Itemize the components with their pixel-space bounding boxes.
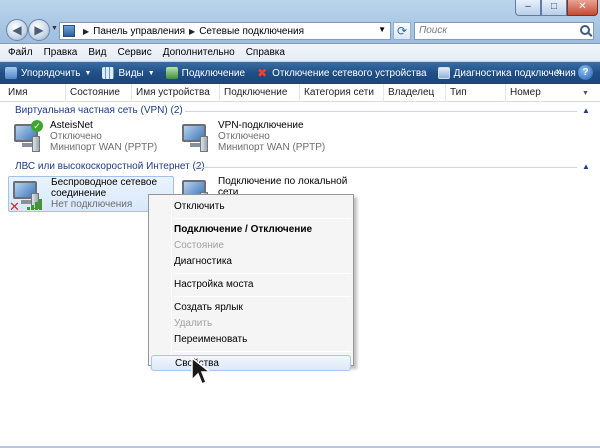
check-icon: ✓: [31, 120, 43, 132]
menu-item-status: Состояние: [174, 240, 224, 251]
close-button[interactable]: ✕: [567, 0, 598, 16]
chevron-right-icon[interactable]: ▶: [83, 27, 89, 36]
vpn-connection-icon: ✓: [10, 120, 44, 154]
menu-item-properties[interactable]: Свойства: [151, 355, 351, 371]
help-icon[interactable]: ?: [578, 65, 593, 80]
disconnect-icon: ✖: [257, 66, 268, 80]
column-status[interactable]: Состояние: [66, 84, 132, 102]
collapse-icon[interactable]: ▲: [582, 162, 590, 171]
column-header: Имя Состояние Имя устройства Подключение…: [0, 84, 600, 116]
diagnose-icon: [437, 67, 450, 79]
maximize-button[interactable]: □: [541, 0, 567, 16]
menu-item-delete: Удалить: [174, 318, 213, 329]
connection-asteisnet[interactable]: ✓ AsteisNet Отключено Минипорт WAN (PPTP…: [10, 120, 170, 158]
connection-name-line1: Подключение по локальной: [218, 176, 348, 187]
column-type[interactable]: Тип: [446, 84, 506, 102]
menu-edit[interactable]: Правка: [44, 47, 78, 58]
wireless-connection-icon: ✕: [9, 177, 43, 214]
column-name[interactable]: Имя: [4, 84, 66, 102]
search-placeholder: Поиск: [419, 25, 448, 36]
toolbar-overflow-button[interactable]: »: [556, 66, 562, 78]
connection-status: Отключено: [218, 131, 270, 142]
arrow-right-icon: ▶: [34, 23, 44, 37]
column-owner[interactable]: Владелец: [384, 84, 446, 102]
signal-strength-icon: [27, 199, 43, 210]
error-x-icon: ✕: [9, 199, 20, 214]
menu-help[interactable]: Справка: [246, 47, 285, 58]
command-bar: Упорядочить ▼ Виды ▼ Подключение ✖ Отклю…: [0, 62, 600, 84]
connection-name: VPN-подключение: [218, 120, 304, 131]
chevron-right-icon[interactable]: ▶: [189, 27, 195, 36]
connection-name: AsteisNet: [50, 120, 93, 131]
menu-tools[interactable]: Сервис: [117, 47, 151, 58]
views-button[interactable]: Виды ▼: [102, 67, 155, 79]
menu-item-bridge[interactable]: Настройка моста: [149, 277, 353, 293]
connect-button[interactable]: Подключение: [165, 67, 246, 79]
menu-file[interactable]: Файл: [8, 47, 33, 58]
breadcrumb-control-panel[interactable]: Панель управления: [93, 26, 185, 37]
address-dropdown-icon[interactable]: ▼: [378, 25, 386, 34]
views-label: Виды: [118, 67, 144, 79]
views-icon: [102, 67, 115, 79]
connection-status: Отключено: [50, 131, 102, 142]
control-panel-icon: [63, 25, 75, 37]
connection-name-line1: Беспроводное сетевое: [51, 177, 158, 188]
menu-item-connect-toggle[interactable]: Подключение / Отключение: [149, 222, 353, 238]
refresh-button[interactable]: ⟳: [393, 22, 411, 40]
menu-bar: Файл Правка Вид Сервис Дополнительно Спр…: [0, 44, 600, 62]
connect-label: Подключение: [181, 67, 246, 79]
menu-separator: [174, 296, 351, 297]
menu-item-disconnect[interactable]: Отключить: [149, 199, 353, 215]
organize-label: Упорядочить: [21, 67, 81, 79]
menu-item-rename[interactable]: Переименовать: [149, 332, 353, 348]
column-connection[interactable]: Подключение: [220, 84, 300, 102]
organize-icon: [5, 67, 17, 79]
group-title-lan[interactable]: ЛВС или высокоскоростной Интернет (2): [15, 161, 205, 172]
minimize-button[interactable]: –: [515, 0, 541, 16]
mouse-pointer-icon: [191, 356, 213, 386]
disconnect-label: Отключение сетевого устройства: [272, 67, 427, 79]
column-device-name[interactable]: Имя устройства: [132, 84, 220, 102]
group-title-vpn[interactable]: Виртуальная частная сеть (VPN) (2): [15, 105, 183, 116]
chevron-down-icon: ▼: [84, 69, 92, 77]
back-button[interactable]: ◀: [6, 19, 28, 41]
search-icon[interactable]: [580, 25, 590, 35]
group-divider: [185, 111, 577, 112]
disconnect-device-button[interactable]: ✖ Отключение сетевого устройства: [256, 67, 427, 79]
menu-separator: [174, 273, 351, 274]
arrow-left-icon: ◀: [12, 23, 22, 37]
context-menu: Отключить Подключение / Отключение Состо…: [148, 194, 354, 371]
title-bar: – □ ✕ ◀ ▶ ▼ ▶ Панель управления ▶ Сетевы…: [0, 0, 600, 44]
organize-button[interactable]: Упорядочить ▼: [5, 67, 91, 79]
address-bar[interactable]: ▶ Панель управления ▶ Сетевые подключени…: [59, 22, 391, 40]
search-input[interactable]: Поиск: [414, 22, 594, 40]
menu-separator: [174, 218, 351, 219]
breadcrumb-network-connections[interactable]: Сетевые подключения: [199, 26, 304, 37]
connect-icon: [165, 67, 178, 79]
menu-advanced[interactable]: Дополнительно: [163, 47, 235, 58]
chevron-down-icon[interactable]: ▼: [582, 90, 589, 97]
column-network-category[interactable]: Категория сети: [300, 84, 384, 102]
group-divider: [195, 167, 577, 168]
menu-item-create-shortcut[interactable]: Создать ярлык: [149, 300, 353, 316]
menu-view[interactable]: Вид: [88, 47, 106, 58]
collapse-icon[interactable]: ▲: [582, 106, 590, 115]
chevron-down-icon: ▼: [147, 69, 155, 77]
connection-vpn[interactable]: VPN-подключение Отключено Минипорт WAN (…: [178, 120, 338, 158]
connection-device: Минипорт WAN (PPTP): [218, 142, 326, 153]
menu-separator: [174, 351, 351, 352]
menu-item-diagnose[interactable]: Диагностика: [149, 254, 353, 270]
forward-button[interactable]: ▶: [28, 19, 50, 41]
refresh-icon: ⟳: [396, 24, 408, 38]
column-phone-number[interactable]: Номер телефона: [506, 84, 584, 116]
history-dropdown-icon[interactable]: ▼: [51, 25, 58, 32]
connection-device: Минипорт WAN (PPTP): [50, 142, 158, 153]
vpn-connection-icon: [178, 120, 212, 154]
connection-status: Нет подключения: [51, 199, 133, 210]
connection-name-line2: соединение: [51, 188, 107, 199]
